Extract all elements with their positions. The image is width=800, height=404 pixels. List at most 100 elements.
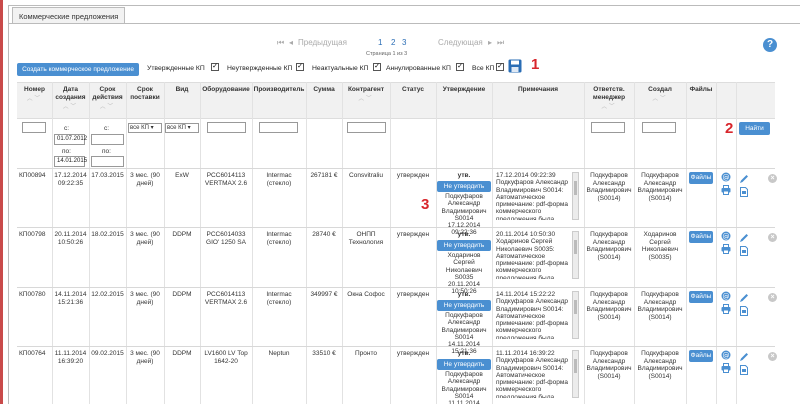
sort-arrows-icon[interactable]: ︿﹀ [342, 95, 390, 103]
col-delivery-label: Срок поставки [130, 86, 160, 101]
delete-icon[interactable]: × [768, 352, 777, 361]
sort-arrows-icon[interactable]: ︿﹀ [17, 95, 52, 103]
page-link-3[interactable]: 3 [402, 38, 406, 47]
save-icon[interactable] [508, 59, 522, 73]
last-page-icon[interactable]: ⏭ [497, 38, 504, 48]
find-button[interactable]: Найти [739, 122, 770, 135]
created-to-input[interactable]: 14.01.2015 [54, 156, 87, 167]
cell-delivery: 3 мес. (90 дней) [130, 231, 160, 246]
sort-arrows-icon[interactable]: ︿﹀ [634, 95, 686, 103]
col-created[interactable]: Дата создания ︿﹀ [52, 82, 89, 119]
filter-unapproved-checkbox[interactable]: ✓ [296, 63, 304, 71]
callout-2: 2 [725, 120, 734, 137]
col-manager[interactable]: Ответств. менеджер ︿﹀ [584, 82, 634, 119]
scrollbar-thumb[interactable] [574, 300, 577, 314]
edit-icon[interactable] [739, 293, 749, 303]
print-icon[interactable] [721, 304, 731, 314]
cell-kind: DDPM [172, 231, 192, 238]
unapprove-button[interactable]: Не утвердить [437, 240, 491, 251]
creator-filter-input[interactable] [642, 122, 676, 133]
col-status[interactable]: Статус [390, 82, 436, 119]
manager-filter-input[interactable] [591, 122, 625, 133]
print-icon[interactable] [721, 244, 731, 254]
col-partner[interactable]: Контрагент ︿﹀ [342, 82, 390, 119]
edit-icon[interactable] [739, 352, 749, 362]
col-equipment[interactable]: Оборудование [200, 82, 252, 119]
notes-scrollbar[interactable] [572, 291, 579, 339]
edit-icon[interactable] [739, 233, 749, 243]
email-icon[interactable]: @ [721, 291, 731, 301]
col-kind[interactable]: Вид [164, 82, 200, 119]
email-icon[interactable]: @ [721, 231, 731, 241]
help-icon[interactable]: ? [763, 38, 777, 52]
col-sum[interactable]: Сумма [306, 82, 342, 119]
scrollbar-thumb[interactable] [574, 181, 577, 195]
filter-approved-checkbox[interactable]: ✓ [211, 63, 219, 71]
scrollbar-thumb[interactable] [574, 359, 577, 373]
col-delivery[interactable]: Срок поставки [126, 82, 164, 119]
notes-scrollbar[interactable] [572, 231, 579, 279]
row-divider [17, 346, 775, 347]
col-notes[interactable]: Примечания [492, 82, 584, 119]
col-valid[interactable]: Срок действия ︿﹀ [89, 82, 126, 119]
prev-page-link[interactable]: Предыдущая [298, 38, 347, 47]
next-page-icon[interactable]: ▸ [488, 38, 492, 47]
files-button[interactable]: Файлы [689, 291, 713, 303]
kind-select[interactable]: все КП ▾ [165, 123, 199, 133]
create-offer-button[interactable]: Создать коммерческое предложение [17, 63, 139, 76]
delete-icon[interactable]: × [768, 293, 777, 302]
valid-from-input[interactable] [91, 134, 124, 145]
col-number[interactable]: Номер ︿﹀ [17, 82, 52, 119]
column-divider [252, 82, 253, 404]
row-divider [17, 227, 775, 228]
page-link-2[interactable]: 2 [391, 38, 395, 47]
col-approval[interactable]: Утверждение [436, 82, 492, 119]
files-button[interactable]: Файлы [689, 350, 713, 362]
email-icon[interactable]: @ [721, 172, 731, 182]
maker-filter-input[interactable] [259, 122, 298, 133]
filter-cancelled-checkbox[interactable]: ✓ [456, 63, 464, 71]
col-creator[interactable]: Создал ︿﹀ [634, 82, 686, 119]
number-filter-input[interactable] [22, 122, 46, 133]
prev-page-icon[interactable]: ◂ [289, 38, 293, 47]
notes-scrollbar[interactable] [572, 172, 579, 220]
first-page-icon[interactable]: ⏮ [277, 38, 284, 48]
pdf-icon[interactable] [739, 246, 749, 256]
scrollbar-thumb[interactable] [574, 240, 577, 254]
col-files[interactable]: Файлы [686, 82, 716, 119]
next-page-link[interactable]: Следующая [438, 38, 483, 47]
edit-icon[interactable] [739, 174, 749, 184]
sort-arrows-icon[interactable]: ︿﹀ [584, 103, 634, 111]
partner-filter-input[interactable] [347, 122, 386, 133]
notes-scrollbar[interactable] [572, 350, 579, 398]
email-icon[interactable]: @ [721, 350, 731, 360]
filter-obsolete-checkbox[interactable]: ✓ [373, 63, 381, 71]
tab-commercial-offers[interactable]: Коммерческие предложения [12, 7, 126, 24]
sort-arrows-icon[interactable]: ︿﹀ [52, 103, 89, 111]
unapprove-button[interactable]: Не утвердить [437, 359, 491, 370]
equipment-filter-input[interactable] [207, 122, 246, 133]
pdf-icon[interactable] [739, 306, 749, 316]
pdf-icon[interactable] [739, 365, 749, 375]
delete-icon[interactable]: × [768, 233, 777, 242]
row-divider [17, 287, 775, 288]
cell-partner: Пронто [354, 350, 377, 357]
files-button[interactable]: Файлы [689, 231, 713, 243]
pdf-icon[interactable] [739, 187, 749, 197]
column-divider [634, 82, 635, 404]
filter-all-checkbox[interactable]: ✓ [496, 63, 504, 71]
col-maker[interactable]: Производитель [252, 82, 306, 119]
print-icon[interactable] [721, 363, 731, 373]
valid-to-input[interactable] [91, 156, 124, 167]
unapprove-button[interactable]: Не утвердить [437, 300, 491, 311]
unapprove-button[interactable]: Не утвердить [437, 181, 491, 192]
delivery-select[interactable]: все КП ▾ [128, 123, 162, 133]
files-button[interactable]: Файлы [689, 172, 713, 184]
created-from-input[interactable]: 01.07.2012 [54, 134, 87, 145]
print-icon[interactable] [721, 185, 731, 195]
filter-approved-label: Утвержденные КП [147, 65, 205, 72]
sort-arrows-icon[interactable]: ︿﹀ [89, 103, 126, 111]
cell-notes: 20.11.2014 10:50:30 Ходаринов Сергей Ник… [496, 231, 568, 279]
delete-icon[interactable]: × [768, 174, 777, 183]
page-link-1[interactable]: 1 [378, 38, 382, 47]
